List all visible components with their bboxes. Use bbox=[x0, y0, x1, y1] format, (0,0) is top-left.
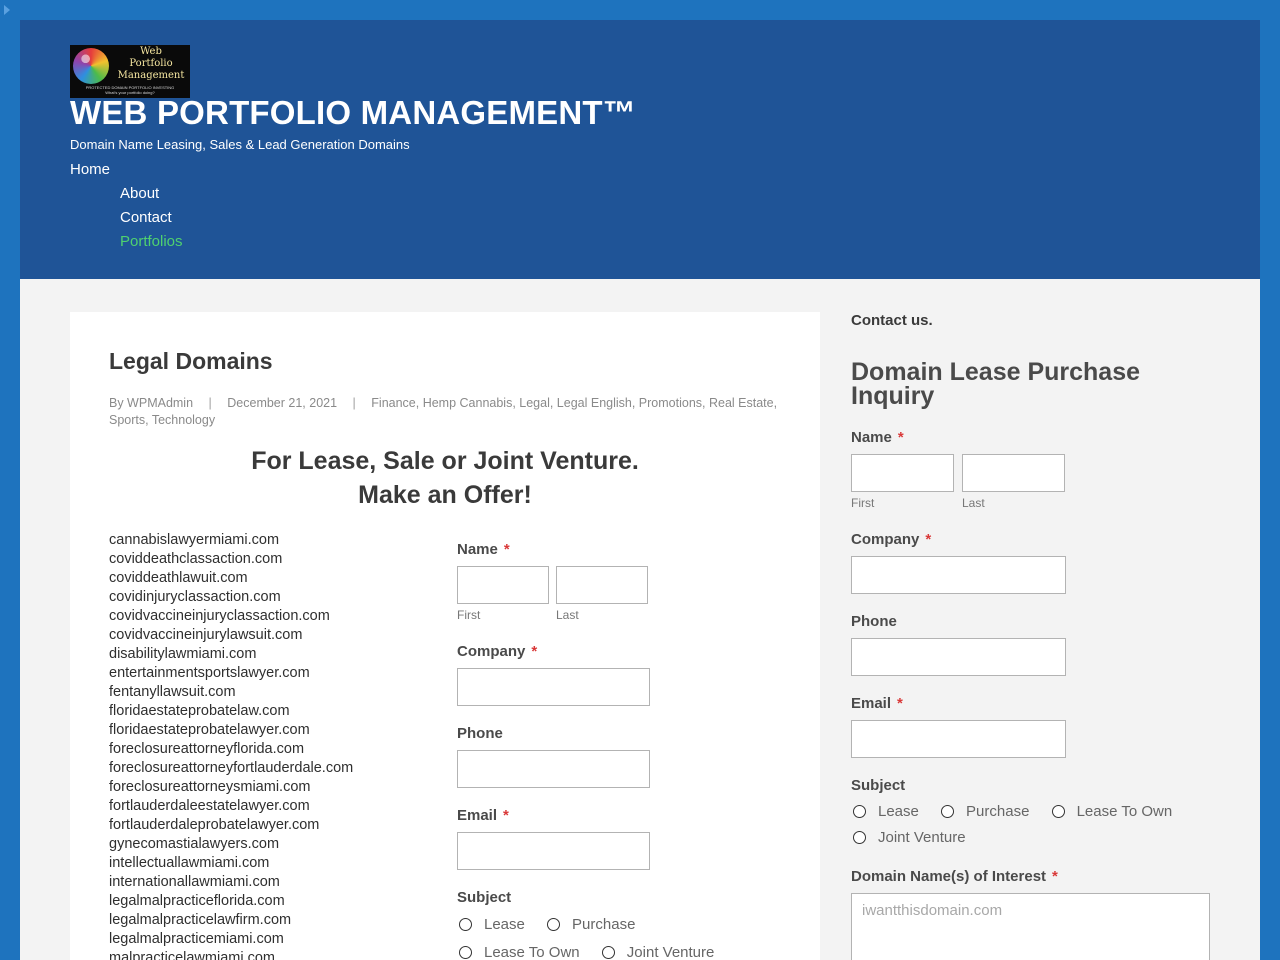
radio-icon[interactable] bbox=[1051, 804, 1065, 818]
domain-interest-label: Domain Name(s) of Interest * bbox=[851, 868, 1058, 885]
subject-option-lease[interactable]: Lease bbox=[459, 916, 525, 933]
required-mark: * bbox=[925, 531, 932, 548]
domain-list-item: intellectuallawmiami.com bbox=[109, 855, 270, 871]
page-title: Legal Domains bbox=[109, 348, 273, 374]
meta-separator: | bbox=[208, 396, 212, 410]
domain-list-item: legalmalpracticelawfirm.com bbox=[109, 912, 292, 928]
widget-title: Contact us. bbox=[851, 312, 933, 329]
site-title[interactable]: WEB PORTFOLIO MANAGEMENT™ bbox=[70, 94, 636, 132]
subject-option-purchase[interactable]: Purchase bbox=[547, 916, 635, 933]
subject-options-row2: Lease To Own Joint Venture bbox=[459, 944, 732, 960]
phone-label: Phone bbox=[457, 725, 503, 742]
required-mark: * bbox=[531, 643, 538, 660]
domain-list-item: foreclosureattorneyflorida.com bbox=[109, 741, 305, 757]
sidebar-first-sublabel: First bbox=[851, 496, 875, 510]
subject-option-joint-venture[interactable]: Joint Venture bbox=[601, 944, 714, 960]
domain-list-item: fortlauderdaleprobatelawyer.com bbox=[109, 817, 320, 833]
sidebar-subject-option-lease[interactable]: Lease bbox=[853, 803, 919, 820]
radio-icon[interactable] bbox=[547, 917, 561, 931]
company-label: Company * bbox=[457, 643, 538, 660]
domain-list: cannabislawyermiami.com coviddeathclassac… bbox=[109, 531, 353, 960]
sidebar-company-label: Company * bbox=[851, 531, 932, 548]
radio-icon[interactable] bbox=[459, 917, 472, 931]
sidebar-subject-option-lease-to-own[interactable]: Lease To Own bbox=[1051, 803, 1172, 820]
sidebar-last-name-input[interactable] bbox=[962, 454, 1065, 492]
sidebar-first-name-input[interactable] bbox=[851, 454, 954, 492]
first-sublabel: First bbox=[457, 608, 481, 622]
required-mark: * bbox=[897, 695, 903, 712]
logo-text: Web Portfolio Management bbox=[117, 46, 185, 81]
domain-list-item: covidvaccineinjurylawsuit.com bbox=[109, 627, 303, 643]
domain-list-item: coviddeathclassaction.com bbox=[109, 551, 283, 567]
sidebar-phone-input[interactable] bbox=[851, 638, 1066, 676]
domain-list-item: foreclosureattorneyfortlauderdale.com bbox=[109, 760, 354, 776]
last-name-input[interactable] bbox=[556, 566, 648, 604]
radio-icon[interactable] bbox=[853, 804, 866, 818]
offer-headline: For Lease, Sale or Joint Venture. Make a… bbox=[251, 447, 639, 509]
radio-icon[interactable] bbox=[941, 804, 955, 818]
globe-icon bbox=[73, 48, 109, 84]
domain-list-item: entertainmentsportslawyer.com bbox=[109, 665, 310, 681]
corner-arrow-icon bbox=[4, 5, 10, 15]
page-frame: Web Portfolio Management PROTECTED DOMAI… bbox=[20, 20, 1260, 960]
domain-list-item: fortlauderdaleestatelawyer.com bbox=[109, 798, 310, 814]
sidebar-name-label: Name * bbox=[851, 429, 904, 446]
email-label: Email * bbox=[457, 807, 509, 824]
domain-list-item: covidvaccineinjuryclassaction.com bbox=[109, 608, 330, 624]
sidebar-phone-label: Phone bbox=[851, 613, 897, 630]
domain-list-item: legalmalpracticeflorida.com bbox=[109, 893, 285, 909]
sidebar-subject-option-joint-venture[interactable]: Joint Venture bbox=[853, 829, 966, 846]
domain-list-item: gynecomastialawyers.com bbox=[109, 836, 280, 852]
domain-list-item: coviddeathlawuit.com bbox=[109, 570, 248, 586]
sidebar-subject-options: Lease Purchase Lease To Own bbox=[853, 803, 1190, 820]
subject-label: Subject bbox=[457, 889, 512, 906]
domain-interest-textarea[interactable] bbox=[851, 893, 1210, 960]
last-sublabel: Last bbox=[556, 608, 579, 622]
subject-options: Lease Purchase bbox=[459, 916, 653, 933]
required-mark: * bbox=[503, 807, 509, 824]
radio-icon[interactable] bbox=[601, 945, 615, 959]
date-link[interactable]: December 21, 2021 bbox=[227, 396, 337, 410]
name-label: Name * bbox=[457, 541, 510, 558]
sidebar-email-input[interactable] bbox=[851, 720, 1066, 758]
domain-list-item: malpracticelawmiami.com bbox=[109, 950, 275, 960]
meta-separator: | bbox=[352, 396, 356, 410]
site-tagline: Domain Name Leasing, Sales & Lead Genera… bbox=[70, 137, 410, 152]
author-link[interactable]: By WPMAdmin bbox=[109, 396, 193, 410]
sidebar-company-input[interactable] bbox=[851, 556, 1066, 594]
radio-icon[interactable] bbox=[459, 945, 472, 959]
subject-option-lease-to-own[interactable]: Lease To Own bbox=[459, 944, 580, 960]
sidebar-email-label: Email * bbox=[851, 695, 903, 712]
nav-item-contact[interactable]: Contact bbox=[120, 209, 172, 226]
required-mark: * bbox=[1052, 868, 1058, 885]
phone-input[interactable] bbox=[457, 750, 650, 788]
domain-list-item: covidinjuryclassaction.com bbox=[109, 589, 281, 605]
sidebar-form-heading: Domain Lease Purchase Inquiry bbox=[851, 358, 1141, 410]
site-logo[interactable]: Web Portfolio Management PROTECTED DOMAI… bbox=[70, 45, 190, 98]
nav-item-portfolios[interactable]: Portfolios bbox=[120, 233, 183, 250]
sidebar-subject-label: Subject bbox=[851, 777, 906, 794]
domain-list-item: cannabislawyermiami.com bbox=[109, 532, 280, 548]
entry-meta: By WPMAdmin | December 21, 2021 | Financ… bbox=[109, 395, 789, 429]
sidebar-subject-option-purchase[interactable]: Purchase bbox=[941, 803, 1029, 820]
domain-list-item: floridaestateprobatelawyer.com bbox=[109, 722, 310, 738]
email-input[interactable] bbox=[457, 832, 650, 870]
first-name-input[interactable] bbox=[457, 566, 549, 604]
domain-list-item: disabilitylawmiami.com bbox=[109, 646, 257, 662]
domain-list-item: internationallawmiami.com bbox=[109, 874, 280, 890]
company-input[interactable] bbox=[457, 668, 650, 706]
article: Legal Domains By WPMAdmin | December 21,… bbox=[70, 312, 820, 960]
required-mark: * bbox=[503, 541, 510, 558]
sidebar-last-sublabel: Last bbox=[962, 496, 985, 510]
domain-list-item: legalmalpracticemiami.com bbox=[109, 931, 284, 947]
radio-icon[interactable] bbox=[853, 830, 866, 844]
nav-item-about[interactable]: About bbox=[120, 185, 159, 202]
domain-list-item: foreclosureattorneysmiami.com bbox=[109, 779, 311, 795]
sidebar-subject-options-row2: Joint Venture bbox=[853, 829, 984, 846]
required-mark: * bbox=[897, 429, 904, 446]
domain-list-item: fentanyllawsuit.com bbox=[109, 684, 236, 700]
site-header: Web Portfolio Management PROTECTED DOMAI… bbox=[20, 20, 1260, 279]
nav-item-home[interactable]: Home bbox=[70, 161, 110, 178]
domain-list-item: floridaestateprobatelaw.com bbox=[109, 703, 290, 719]
